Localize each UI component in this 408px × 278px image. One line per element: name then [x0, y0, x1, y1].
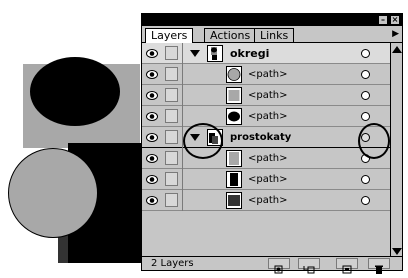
close-icon[interactable]: × — [390, 15, 400, 25]
path-name: <path> — [248, 174, 288, 185]
annotation-circle-target — [358, 123, 390, 159]
expand-triangle-icon[interactable] — [190, 50, 200, 57]
panel-menu-arrow-icon[interactable]: ▶ — [392, 29, 399, 39]
eye-icon[interactable] — [146, 195, 158, 206]
path-name: <path> — [248, 69, 288, 80]
tab-links[interactable]: Links — [254, 28, 295, 42]
tab-layers[interactable]: Layers — [145, 28, 194, 43]
eye-icon[interactable] — [146, 111, 158, 122]
column-divider — [182, 190, 183, 211]
path-name: <path> — [248, 195, 288, 206]
target-circle-icon[interactable] — [361, 196, 370, 205]
layer-name: prostokaty — [230, 132, 292, 143]
layer-row-path[interactable]: <path> — [142, 106, 390, 127]
annotation-circle-triangle — [183, 123, 223, 159]
new-sublayer-button[interactable] — [298, 258, 320, 274]
lock-toggle[interactable] — [165, 151, 178, 165]
gray-circle-shape[interactable] — [8, 148, 98, 238]
path-thumbnail — [226, 150, 242, 167]
path-thumbnail — [226, 171, 242, 188]
layers-scrollbar[interactable] — [390, 43, 402, 258]
layer-row-path[interactable]: <path> — [142, 85, 390, 106]
layer-row-path[interactable]: <path> — [142, 64, 390, 85]
path-thumbnail — [226, 66, 242, 83]
path-thumbnail — [226, 192, 242, 209]
delete-layer-button[interactable] — [368, 258, 390, 274]
minimize-icon[interactable]: – — [378, 15, 388, 25]
eye-icon[interactable] — [146, 153, 158, 164]
lock-toggle[interactable] — [165, 172, 178, 186]
layer-row-path[interactable]: <path> — [142, 190, 390, 211]
path-name: <path> — [248, 153, 288, 164]
layer-thumbnail — [207, 45, 223, 62]
column-divider — [182, 169, 183, 190]
column-divider — [182, 106, 183, 127]
eye-icon[interactable] — [146, 48, 158, 59]
new-layer-button[interactable] — [336, 258, 358, 274]
lock-toggle[interactable] — [165, 193, 178, 207]
target-circle-icon[interactable] — [361, 49, 370, 58]
panel-tabs: Layers Actions Links ▶ — [142, 26, 402, 43]
column-divider — [182, 85, 183, 106]
tab-actions[interactable]: Actions — [204, 28, 257, 42]
scroll-down-icon[interactable] — [392, 248, 402, 255]
path-thumbnail — [226, 87, 242, 104]
make-clipping-mask-button[interactable] — [268, 258, 290, 274]
layer-row-prostokaty[interactable]: prostokaty — [142, 127, 390, 148]
path-thumbnail — [226, 108, 242, 125]
eye-icon[interactable] — [146, 69, 158, 80]
layer-row-okregi[interactable]: okregi — [142, 43, 390, 64]
column-divider — [182, 43, 183, 64]
lock-toggle[interactable] — [165, 67, 178, 81]
path-name: <path> — [248, 111, 288, 122]
layer-row-path[interactable]: <path> — [142, 169, 390, 190]
lock-toggle[interactable] — [165, 109, 178, 123]
layer-count: 2 Layers — [151, 258, 194, 269]
eye-icon[interactable] — [146, 90, 158, 101]
black-ellipse-shape[interactable] — [30, 57, 120, 126]
target-circle-icon[interactable] — [361, 175, 370, 184]
layer-name: okregi — [230, 47, 270, 60]
eye-icon[interactable] — [146, 132, 158, 143]
path-name: <path> — [248, 90, 288, 101]
scroll-up-icon[interactable] — [392, 46, 402, 53]
target-circle-icon[interactable] — [361, 112, 370, 121]
eye-icon[interactable] — [146, 174, 158, 185]
column-divider — [182, 64, 183, 85]
column-divider — [182, 148, 183, 169]
lock-toggle[interactable] — [165, 130, 178, 144]
layer-row-path[interactable]: <path> — [142, 148, 390, 169]
target-circle-icon[interactable] — [361, 70, 370, 79]
target-circle-icon[interactable] — [361, 91, 370, 100]
panel-title-bar[interactable]: – × — [142, 14, 402, 26]
lock-toggle[interactable] — [165, 88, 178, 102]
panel-status-bar: 2 Layers — [142, 256, 402, 274]
lock-toggle[interactable] — [165, 46, 178, 60]
